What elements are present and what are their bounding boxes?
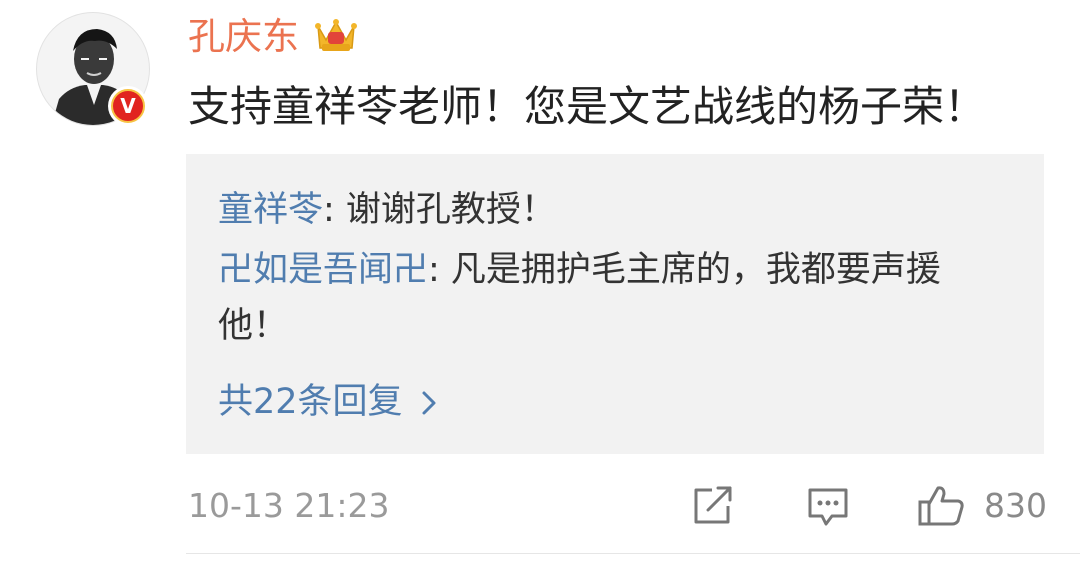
verified-badge-icon: V (108, 86, 148, 126)
share-icon[interactable] (690, 484, 736, 528)
reply-author[interactable]: 卍如是吾闻卍 (218, 250, 428, 290)
reply-item[interactable]: 童祥苓: 谢谢孔教授！ (218, 182, 1018, 238)
reply-author[interactable]: 童祥苓 (218, 190, 323, 230)
more-replies-link[interactable]: 共22条回复 (218, 376, 437, 428)
thumbs-up-icon[interactable] (916, 484, 966, 528)
chevron-right-icon (422, 391, 436, 415)
like-count: 830 (984, 486, 1047, 525)
post-text: 支持童祥苓老师！您是文艺战线的杨子荣！ (188, 82, 987, 131)
crown-icon[interactable] (314, 14, 358, 54)
divider (186, 553, 1080, 554)
reply-item[interactable]: 卍如是吾闻卍: 凡是拥护毛主席的，我都要声援他！ (218, 242, 988, 354)
reply-box[interactable]: 童祥苓: 谢谢孔教授！ 卍如是吾闻卍: 凡是拥护毛主席的，我都要声援他！ 共22… (186, 154, 1044, 454)
timestamp: 10-13 21:23 (188, 486, 390, 525)
more-replies-label: 共22条回复 (218, 382, 403, 422)
reply-text: : 谢谢孔教授！ (323, 190, 556, 230)
username-link[interactable]: 孔庆东 (188, 12, 299, 62)
comment-icon[interactable] (806, 484, 850, 528)
